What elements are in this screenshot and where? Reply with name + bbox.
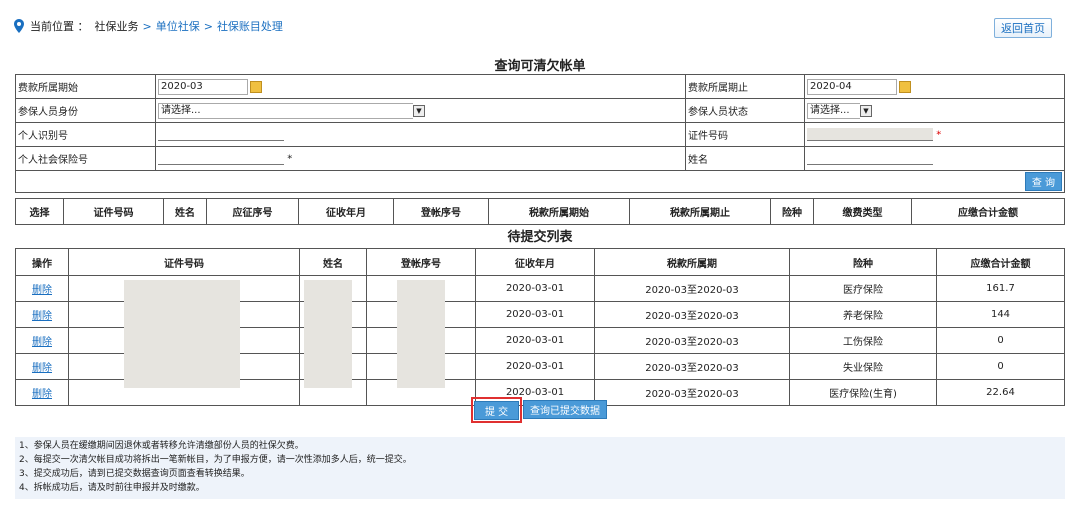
- month-cell: 2020-03-01: [475, 275, 595, 302]
- pending-title: 待提交列表: [507, 230, 573, 245]
- identity-select[interactable]: 请选择...: [158, 102, 413, 119]
- column-header: 选择: [15, 198, 64, 225]
- cert-label: 证件号码: [685, 122, 805, 147]
- note-line: 3、提交成功后，请到已提交数据查询页面查看转换结果。: [19, 469, 250, 479]
- amount-cell: 0: [936, 353, 1065, 380]
- home-button[interactable]: 返回首页: [994, 18, 1052, 38]
- delete-link[interactable]: 删除: [32, 311, 52, 322]
- fee-end-input[interactable]: 2020-04: [807, 78, 897, 95]
- period-cell: 2020-03至2020-03: [594, 301, 790, 328]
- cert-input[interactable]: [807, 128, 933, 141]
- period-cell: 2020-03至2020-03: [594, 353, 790, 380]
- notes-panel: 1、参保人员在缓缴期间因退休或者转移允许清缴部份人员的社保欠费。 2、每提交一次…: [15, 437, 1065, 499]
- name-label: 姓名: [685, 146, 805, 171]
- social-no-input[interactable]: [158, 152, 284, 165]
- amount-cell: 161.7: [936, 275, 1065, 302]
- column-header: 缴费类型: [813, 198, 912, 225]
- breadcrumb-label: 当前位置 ：: [30, 20, 89, 33]
- redacted-name-area: [304, 280, 352, 388]
- status-label: 参保人员状态: [685, 98, 805, 123]
- delete-link[interactable]: 删除: [32, 389, 52, 400]
- redacted-cert-area: [124, 280, 240, 388]
- chevron-down-icon[interactable]: ▼: [413, 104, 425, 117]
- query-button[interactable]: 查 询: [1024, 172, 1062, 191]
- month-cell: 2020-03-01: [475, 353, 595, 380]
- column-header: 险种: [789, 248, 937, 276]
- month-cell: 2020-03-01: [475, 301, 595, 328]
- calendar-icon[interactable]: [899, 80, 911, 93]
- column-header: 操作: [15, 248, 69, 276]
- insurance-type-cell: 医疗保险: [789, 275, 937, 302]
- delete-link[interactable]: 删除: [32, 363, 52, 374]
- breadcrumb-separator: >: [203, 19, 213, 33]
- insurance-type-cell: 工伤保险: [789, 327, 937, 354]
- query-title: 查询可清欠帐单: [494, 59, 586, 74]
- submit-button[interactable]: 提 交: [474, 401, 520, 420]
- column-header: 证件号码: [63, 198, 164, 225]
- column-header: 征收年月: [475, 248, 595, 276]
- note-line: 1、参保人员在缓缴期间因退休或者转移允许清缴部份人员的社保欠费。: [19, 441, 304, 451]
- column-header: 登帐序号: [366, 248, 476, 276]
- period-cell: 2020-03至2020-03: [594, 379, 790, 406]
- redacted-ledger-area: [397, 280, 445, 388]
- column-header: 税款所属期始: [488, 198, 630, 225]
- column-header: 姓名: [299, 248, 367, 276]
- column-header: 登帐序号: [393, 198, 489, 225]
- delete-link[interactable]: 删除: [32, 285, 52, 296]
- breadcrumb-root: 社保业务: [94, 20, 139, 33]
- insurance-type-cell: 医疗保险(生育): [789, 379, 937, 406]
- fee-end-label: 费款所属期止: [685, 74, 805, 99]
- column-header: 应缴合计金额: [911, 198, 1065, 225]
- column-header: 应征序号: [206, 198, 299, 225]
- identity-label: 参保人员身份: [15, 98, 156, 123]
- query-form: 费款所属期始 2020-03 费款所属期止 2020-04 参保人员身份 请选择…: [15, 74, 1065, 193]
- breadcrumb-link-unit[interactable]: 单位社保: [156, 18, 200, 34]
- query-result-header: 选择 证件号码 姓名 应征序号 征收年月 登帐序号 税款所属期始 税款所属期止 …: [15, 198, 1065, 225]
- submit-highlight: 提 交: [471, 397, 523, 423]
- name-input[interactable]: [807, 152, 933, 165]
- status-select[interactable]: 请选择...: [807, 102, 860, 119]
- amount-cell: 0: [936, 327, 1065, 354]
- social-no-label: 个人社会保险号: [15, 146, 156, 171]
- fee-start-input[interactable]: 2020-03: [158, 78, 248, 95]
- month-cell: 2020-03-01: [475, 327, 595, 354]
- column-header: 姓名: [163, 198, 207, 225]
- insurance-type-cell: 养老保险: [789, 301, 937, 328]
- delete-link[interactable]: 删除: [32, 337, 52, 348]
- note-line: 2、每提交一次清欠帐目成功将拆出一笔新帐目，为了申报方便，请一次性添加多人后，统…: [19, 455, 412, 465]
- period-cell: 2020-03至2020-03: [594, 327, 790, 354]
- chevron-down-icon[interactable]: ▼: [860, 104, 872, 117]
- calendar-icon[interactable]: [250, 80, 262, 93]
- amount-cell: 22.64: [936, 379, 1065, 406]
- column-header: 税款所属期: [594, 248, 790, 276]
- column-header: 险种: [770, 198, 814, 225]
- column-header: 税款所属期止: [629, 198, 771, 225]
- breadcrumb-link-account[interactable]: 社保账目处理: [217, 18, 283, 34]
- query-submitted-button[interactable]: 查询已提交数据: [523, 400, 607, 419]
- column-header: 应缴合计金额: [936, 248, 1065, 276]
- personal-id-label: 个人识别号: [15, 122, 156, 147]
- period-cell: 2020-03至2020-03: [594, 275, 790, 302]
- fee-start-label: 费款所属期始: [15, 74, 156, 99]
- personal-id-input[interactable]: [158, 128, 284, 141]
- column-header: 证件号码: [68, 248, 300, 276]
- breadcrumb-separator: >: [142, 19, 152, 33]
- amount-cell: 144: [936, 301, 1065, 328]
- column-header: 征收年月: [298, 198, 394, 225]
- location-pin-icon: [14, 19, 24, 33]
- required-mark: *: [936, 129, 942, 141]
- required-mark: *: [287, 153, 293, 165]
- breadcrumb: 当前位置 ： 社保业务 > 单位社保 > 社保账目处理: [14, 18, 283, 34]
- note-line: 4、拆帐成功后，请及时前往申报并及时缴款。: [19, 483, 205, 493]
- insurance-type-cell: 失业保险: [789, 353, 937, 380]
